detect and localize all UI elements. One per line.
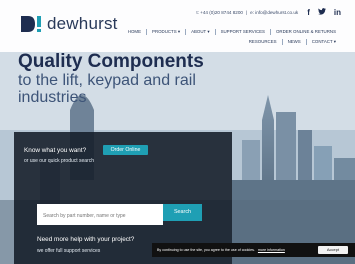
- nav-order-online-returns[interactable]: ORDER ONLINE & RETURNS: [269, 29, 341, 35]
- nav-news[interactable]: NEWS: [281, 39, 306, 45]
- social-links: f in: [307, 8, 341, 17]
- main-nav-row-1: HOME PRODUCTS ▾ ABOUT ▾ SUPPORT SERVICES…: [123, 29, 341, 35]
- main-nav-row-2: RESOURCES NEWS CONTACT ▾: [244, 39, 341, 45]
- logo[interactable]: dewhurst: [20, 14, 118, 34]
- nav-home[interactable]: HOME: [123, 29, 146, 35]
- quick-search-hint: or use our quick product search: [24, 158, 95, 164]
- support-services-hint: we offer full support services: [37, 248, 101, 254]
- email-link[interactable]: e: info@dewhurst.co.uk: [250, 10, 298, 15]
- search-box: [37, 204, 163, 225]
- contact-bar: t: +44 (0)20 8744 8200 | e: info@dewhurs…: [196, 8, 341, 17]
- cookie-banner: By continuing to use the site, you agree…: [152, 243, 355, 257]
- nav-resources[interactable]: RESOURCES: [244, 39, 282, 45]
- hero-subtitle: to the lift, keypad and rail industries: [18, 72, 196, 106]
- nav-about[interactable]: ABOUT ▾: [185, 29, 214, 35]
- phone-number: t: +44 (0)20 8744 8200: [196, 10, 243, 15]
- dewhurst-logo-mark-icon: [21, 16, 41, 32]
- order-online-button[interactable]: Order Online: [103, 145, 148, 155]
- site-header: dewhurst t: +44 (0)20 8744 8200 | e: inf…: [0, 0, 355, 52]
- twitter-icon[interactable]: [317, 8, 326, 17]
- cookie-more-info-link[interactable]: more information: [258, 248, 285, 252]
- nav-products[interactable]: PRODUCTS ▾: [146, 29, 185, 35]
- cookie-message: By continuing to use the site, you agree…: [157, 248, 255, 252]
- nav-support-services[interactable]: SUPPORT SERVICES: [214, 29, 270, 35]
- facebook-icon[interactable]: f: [307, 8, 310, 17]
- brand-name: dewhurst: [47, 14, 118, 33]
- need-more-help-heading: Need more help with your project?: [37, 236, 135, 243]
- product-search-input[interactable]: [37, 207, 163, 225]
- contact-separator: |: [245, 10, 248, 15]
- search-button[interactable]: Search: [163, 204, 202, 221]
- cookie-accept-button[interactable]: Accept: [318, 246, 348, 254]
- linkedin-icon[interactable]: in: [334, 8, 341, 17]
- hero-title: Quality Components: [18, 51, 204, 72]
- nav-contact[interactable]: CONTACT ▾: [305, 39, 341, 45]
- know-what-you-want-heading: Know what you want?: [24, 147, 87, 154]
